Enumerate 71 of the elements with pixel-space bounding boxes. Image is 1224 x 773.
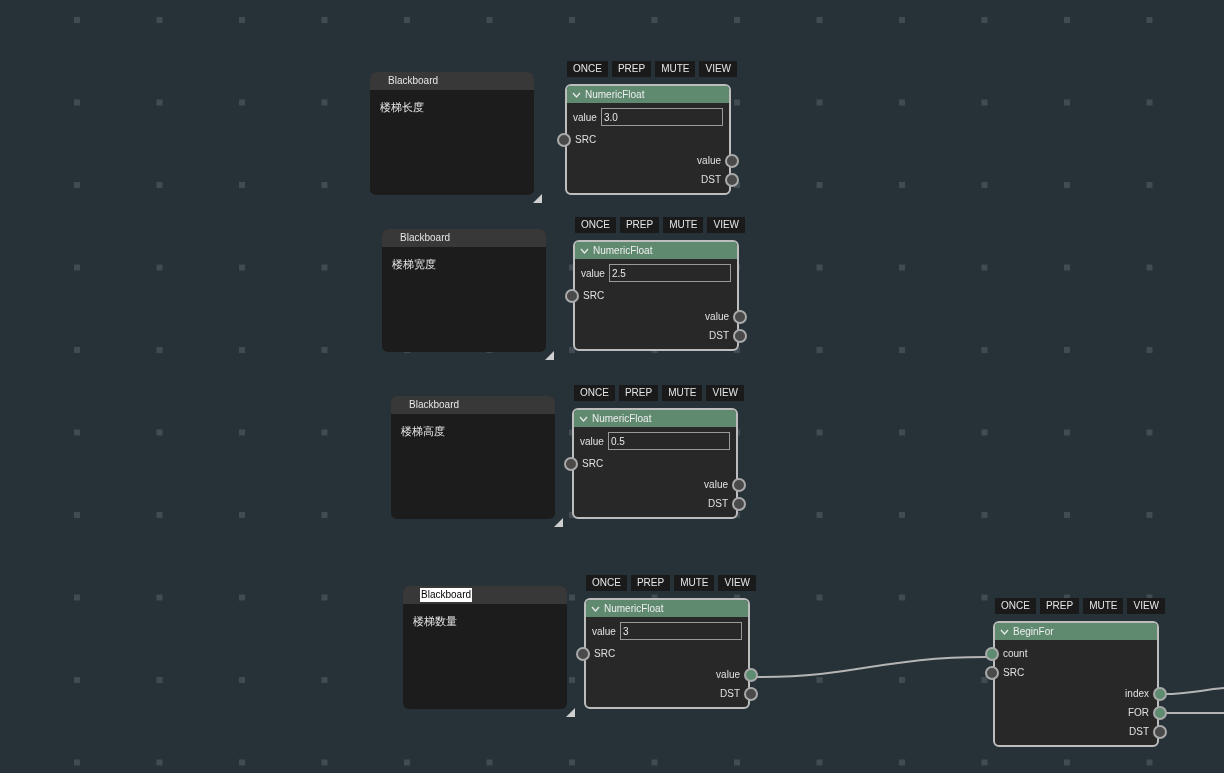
chevron-down-icon[interactable] — [1000, 628, 1009, 635]
node-toggle-button[interactable]: ONCE — [586, 575, 627, 591]
blackboard-title[interactable]: Blackboard — [399, 231, 452, 245]
resize-handle-icon[interactable] — [533, 194, 542, 203]
port-label: DST — [708, 497, 728, 511]
resize-handle-icon[interactable] — [545, 351, 554, 360]
port-label: SRC — [594, 647, 616, 661]
field-label: value — [580, 434, 604, 449]
node-title: NumericFloat — [585, 88, 645, 102]
node-title: BeginFor — [1013, 625, 1054, 639]
blackboard-title[interactable]: Blackboard — [408, 398, 461, 412]
node-toggle-button[interactable]: PREP — [618, 385, 659, 401]
node-toggle-button[interactable]: MUTE — [663, 217, 704, 233]
port-label: DST — [709, 329, 729, 343]
node-toggle-button[interactable]: PREP — [619, 217, 660, 233]
port-label: value — [704, 478, 728, 492]
node-toggle-button[interactable]: ONCE — [995, 598, 1036, 614]
port-label: index — [1125, 687, 1149, 701]
node-toggle-button[interactable]: VIEW — [707, 217, 746, 233]
node-toggle-button[interactable]: PREP — [611, 61, 652, 77]
node-toggle-button[interactable]: ONCE — [567, 61, 608, 77]
node-toggle-button[interactable]: VIEW — [718, 575, 757, 591]
blackboard-title[interactable]: Blackboard — [387, 74, 440, 88]
port-label: SRC — [583, 289, 605, 303]
node-toggle-button[interactable]: MUTE — [655, 61, 696, 77]
port-label: SRC — [1003, 666, 1025, 680]
node-toggle-button[interactable]: VIEW — [699, 61, 738, 77]
node-toggle-button[interactable]: ONCE — [574, 385, 615, 401]
blackboard-text: 楼梯宽度 — [391, 257, 437, 272]
blackboard-panel[interactable]: Blackboard 楼梯宽度 — [382, 229, 546, 352]
blackboard-text: 楼梯高度 — [400, 424, 446, 439]
port-label: FOR — [1127, 706, 1149, 720]
port-label: DST — [1129, 725, 1149, 739]
node-toggle-button[interactable]: VIEW — [1127, 598, 1166, 614]
node-toggle-button[interactable]: PREP — [1039, 598, 1080, 614]
value-field[interactable]: 0.5 — [607, 432, 730, 450]
value-field[interactable]: 2.5 — [608, 264, 731, 282]
blackboard-text: 楼梯长度 — [379, 100, 425, 115]
node-title: NumericFloat — [593, 244, 653, 258]
node-toggle-button[interactable]: MUTE — [674, 575, 715, 591]
chevron-down-icon[interactable] — [572, 91, 581, 98]
node-title: NumericFloat — [592, 412, 652, 426]
chevron-down-icon[interactable] — [591, 605, 600, 612]
blackboard-panel[interactable]: Blackboard 楼梯长度 — [370, 72, 534, 195]
node-toggle-button[interactable]: MUTE — [662, 385, 703, 401]
resize-handle-icon[interactable] — [554, 518, 563, 527]
chevron-down-icon[interactable] — [580, 247, 589, 254]
port-label: count — [1003, 647, 1028, 661]
node-toggle-button[interactable]: PREP — [630, 575, 671, 591]
chevron-down-icon[interactable] — [579, 415, 588, 422]
resize-handle-icon[interactable] — [566, 708, 575, 717]
port-label: value — [705, 310, 729, 324]
blackboard-title[interactable]: Blackboard — [420, 588, 473, 602]
node-toggle-button[interactable]: ONCE — [575, 217, 616, 233]
blackboard-text: 楼梯数量 — [412, 614, 458, 629]
port-label: SRC — [575, 133, 597, 147]
blackboard-panel[interactable]: Blackboard 楼梯数量 — [403, 586, 567, 709]
field-label: value — [573, 110, 597, 125]
port-label: value — [697, 154, 721, 168]
value-field[interactable]: 3.0 — [600, 108, 723, 126]
value-field[interactable]: 3 — [619, 622, 742, 640]
port-label: value — [716, 668, 740, 682]
field-label: value — [581, 266, 605, 281]
port-label: DST — [720, 687, 740, 701]
blackboard-panel[interactable]: Blackboard 楼梯高度 — [391, 396, 555, 519]
field-label: value — [592, 624, 616, 639]
node-title: NumericFloat — [604, 602, 664, 616]
node-toggle-button[interactable]: MUTE — [1083, 598, 1124, 614]
port-label: DST — [701, 173, 721, 187]
node-toggle-button[interactable]: VIEW — [706, 385, 745, 401]
port-label: SRC — [582, 457, 604, 471]
